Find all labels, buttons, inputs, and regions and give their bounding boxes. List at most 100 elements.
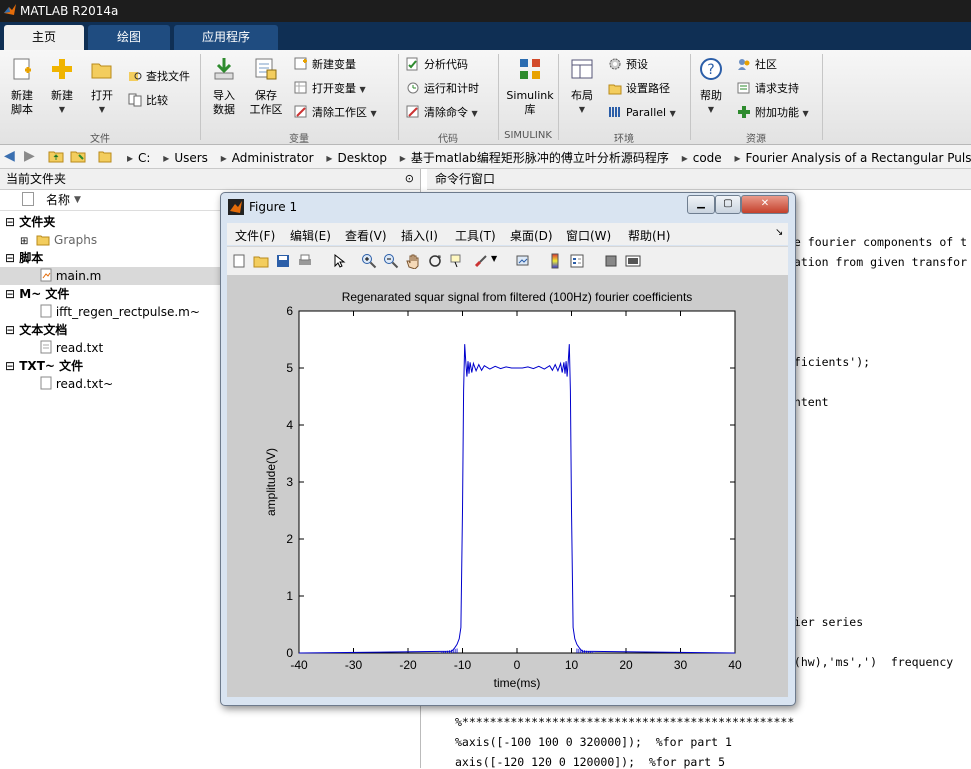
open-file-icon[interactable] bbox=[253, 253, 269, 269]
menu-file[interactable]: 文件(F) bbox=[235, 227, 275, 244]
code-line: rier series bbox=[787, 615, 864, 629]
breadcrumb-item[interactable]: Fourier Analysis of a Rectangular Pulse bbox=[746, 151, 971, 165]
simulink-icon bbox=[520, 59, 540, 79]
run-and-time-button[interactable]: 运行和计时 bbox=[406, 80, 479, 98]
new-variable-button[interactable]: 新建变量 bbox=[294, 56, 356, 74]
zoom-out-icon[interactable] bbox=[383, 253, 399, 269]
breadcrumb-item[interactable]: code bbox=[693, 151, 722, 165]
breadcrumb-item[interactable]: 基于matlab编程矩形脉冲的傅立叶分析源码程序 bbox=[411, 151, 669, 165]
folder-icon bbox=[98, 151, 112, 163]
close-button[interactable]: ✕ bbox=[741, 195, 789, 214]
addons-button[interactable]: 附加功能 ▼ bbox=[737, 104, 809, 122]
compare-button[interactable]: 比较 bbox=[128, 92, 168, 110]
dock-arrow-icon[interactable]: ↘ bbox=[775, 227, 783, 238]
legend-icon[interactable] bbox=[569, 253, 585, 269]
breadcrumb-item[interactable]: C: bbox=[138, 151, 150, 165]
minimize-button[interactable]: ▁ bbox=[687, 195, 715, 214]
new-button[interactable]: 新建 ▼ bbox=[44, 56, 80, 117]
import-data-button[interactable]: 导入 数据 bbox=[206, 56, 242, 117]
request-support-button[interactable]: 请求支持 bbox=[737, 80, 799, 98]
simulink-label: Simulink 库 bbox=[506, 89, 554, 116]
figure-canvas[interactable]: -40 -30 -20 -10 0 10 20 30 40 0 1 2 3 4 5 6 Regenarated… bbox=[227, 275, 788, 697]
link-plot-icon[interactable] bbox=[515, 253, 531, 269]
menu-desktop[interactable]: 桌面(D) bbox=[510, 227, 553, 244]
back-arrow-icon[interactable]: ◀ bbox=[4, 148, 15, 164]
parallel-icon bbox=[609, 107, 620, 117]
name-column-header[interactable]: 名称 bbox=[46, 190, 70, 210]
brush-dropdown-icon[interactable]: ▼ bbox=[491, 254, 497, 263]
text-file-icon bbox=[40, 340, 52, 354]
hide-plot-tools-icon[interactable] bbox=[603, 253, 619, 269]
command-window-header: 命令行窗口 bbox=[427, 169, 971, 190]
find-files-button[interactable]: 查找文件 bbox=[128, 68, 190, 86]
layout-button[interactable]: 布局 ▼ bbox=[564, 56, 600, 117]
brush-icon[interactable] bbox=[473, 253, 489, 269]
parallel-button[interactable]: Parallel ▼ bbox=[608, 104, 676, 122]
set-path-button[interactable]: 设置路径 bbox=[608, 80, 670, 98]
breadcrumb-arrow-icon: ▸ bbox=[399, 151, 406, 165]
pan-hand-icon[interactable] bbox=[405, 253, 421, 269]
up-folder-icon[interactable] bbox=[48, 149, 64, 163]
breadcrumb: ▸ C: ▸ Users ▸ Administrator ▸ Desktop ▸ 基于ma… bbox=[122, 149, 971, 166]
maximize-button[interactable]: ▢ bbox=[715, 195, 741, 214]
matlab-script-icon bbox=[40, 268, 52, 282]
show-plot-tools-icon[interactable] bbox=[625, 253, 641, 269]
request-support-label: 请求支持 bbox=[755, 82, 799, 95]
menu-view[interactable]: 查看(V) bbox=[345, 227, 387, 244]
open-variable-button[interactable]: 打开变量 ▼ bbox=[294, 80, 366, 98]
menu-window[interactable]: 窗口(W) bbox=[566, 227, 611, 244]
parallel-dropdown-icon: ▼ bbox=[669, 109, 676, 118]
breadcrumb-item[interactable]: Desktop bbox=[337, 151, 387, 165]
browse-folder-icon[interactable] bbox=[70, 149, 86, 163]
save-workspace-button[interactable]: 保存 工作区 bbox=[246, 56, 286, 117]
tab-apps[interactable]: 应用程序 bbox=[174, 25, 278, 50]
analyze-code-button[interactable]: 分析代码 bbox=[406, 56, 468, 74]
print-icon[interactable] bbox=[297, 253, 313, 269]
analyze-code-icon bbox=[406, 57, 418, 71]
menu-help[interactable]: 帮助(H) bbox=[628, 227, 670, 244]
help-icon: ? bbox=[700, 58, 722, 80]
parallel-label: Parallel bbox=[626, 106, 667, 119]
plot-area[interactable]: -40 -30 -20 -10 0 10 20 30 40 0 1 2 3 4 5 6 Regenarated… bbox=[227, 275, 788, 697]
clear-workspace-button[interactable]: 清除工作区 ▼ bbox=[294, 104, 377, 122]
simulink-library-button[interactable]: Simulink 库 bbox=[504, 56, 556, 117]
tab-home[interactable]: 主页 bbox=[4, 25, 84, 50]
help-button[interactable]: ? 帮助 ▼ bbox=[694, 56, 728, 117]
gear-icon bbox=[609, 58, 621, 70]
breadcrumb-item[interactable]: Administrator bbox=[232, 151, 314, 165]
open-dropdown-icon: ▼ bbox=[98, 105, 106, 114]
data-cursor-icon[interactable] bbox=[449, 253, 465, 269]
breadcrumb-item[interactable]: Users bbox=[174, 151, 208, 165]
find-files-icon bbox=[129, 72, 142, 81]
preferences-button[interactable]: 预设 bbox=[608, 56, 648, 74]
new-figure-icon[interactable] bbox=[231, 253, 247, 269]
open-variable-icon bbox=[294, 81, 307, 94]
import-data-icon bbox=[214, 58, 234, 80]
file-name: read.txt~ bbox=[55, 377, 114, 391]
new-dropdown-icon: ▼ bbox=[58, 105, 66, 114]
tab-plots[interactable]: 绘图 bbox=[88, 25, 170, 50]
open-button[interactable]: 打开 ▼ bbox=[84, 56, 120, 117]
clear-commands-button[interactable]: 清除命令 ▼ bbox=[406, 104, 478, 122]
colorbar-icon[interactable] bbox=[547, 253, 563, 269]
panel-menu-icon[interactable]: ⊙ bbox=[405, 169, 414, 189]
menu-insert[interactable]: 插入(I) bbox=[401, 227, 438, 244]
folder-icon bbox=[36, 235, 50, 246]
y-tick-label: 6 bbox=[286, 304, 293, 318]
menu-tools[interactable]: 工具(T) bbox=[455, 227, 496, 244]
code-line: mation from given transfor bbox=[787, 255, 968, 269]
figure-window[interactable]: Figure 1 ▁ ▢ ✕ 文件(F) 编辑(E) 查看(V) 插入(I) 工… bbox=[220, 192, 796, 706]
rotate-3d-icon[interactable] bbox=[427, 253, 443, 269]
forward-arrow-icon[interactable]: ▶ bbox=[24, 148, 35, 164]
breadcrumb-arrow-icon: ▸ bbox=[127, 151, 134, 165]
current-folder-header: 当前文件夹 ⊙ bbox=[0, 169, 420, 190]
save-icon[interactable] bbox=[275, 253, 291, 269]
menu-edit[interactable]: 编辑(E) bbox=[290, 227, 331, 244]
new-script-button[interactable]: 新建 脚本 bbox=[4, 56, 40, 117]
zoom-in-icon[interactable] bbox=[361, 253, 377, 269]
community-button[interactable]: 社区 bbox=[737, 56, 777, 74]
file-name: ifft_regen_rectpulse.m~ bbox=[55, 305, 200, 319]
select-arrow-icon[interactable] bbox=[331, 253, 347, 269]
file-icon bbox=[40, 376, 52, 390]
new-plus-icon bbox=[52, 59, 72, 79]
